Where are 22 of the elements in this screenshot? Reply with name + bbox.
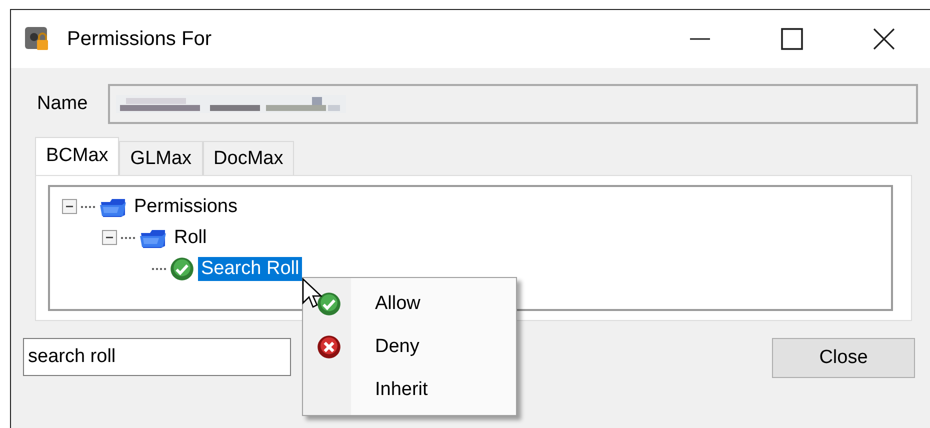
check-icon — [317, 292, 341, 316]
menu-item[interactable]: Inherit — [303, 368, 516, 411]
name-label: Name — [37, 93, 88, 115]
maximize-icon — [781, 28, 803, 50]
collapse-toggle[interactable] — [102, 230, 117, 245]
tree-item[interactable]: Search Roll — [198, 256, 302, 280]
collapse-toggle[interactable] — [62, 199, 77, 214]
deny-icon — [317, 334, 341, 358]
tree-item[interactable]: Roll — [171, 226, 210, 250]
tree-item[interactable]: Permissions — [131, 194, 240, 218]
menu-item[interactable]: Deny — [303, 325, 516, 368]
search-field[interactable]: search roll — [23, 338, 291, 376]
safe-lock-icon — [23, 25, 51, 53]
tab[interactable]: DocMax — [202, 141, 294, 175]
name-field[interactable] — [108, 84, 918, 124]
tab[interactable]: GLMax — [119, 141, 203, 175]
window-title: Permissions For — [67, 28, 212, 50]
close-button[interactable]: Close — [772, 338, 915, 378]
minimize-icon — [690, 38, 710, 40]
tab[interactable]: BCMax — [35, 137, 120, 175]
close-icon — [873, 28, 895, 50]
check-icon — [170, 256, 194, 280]
